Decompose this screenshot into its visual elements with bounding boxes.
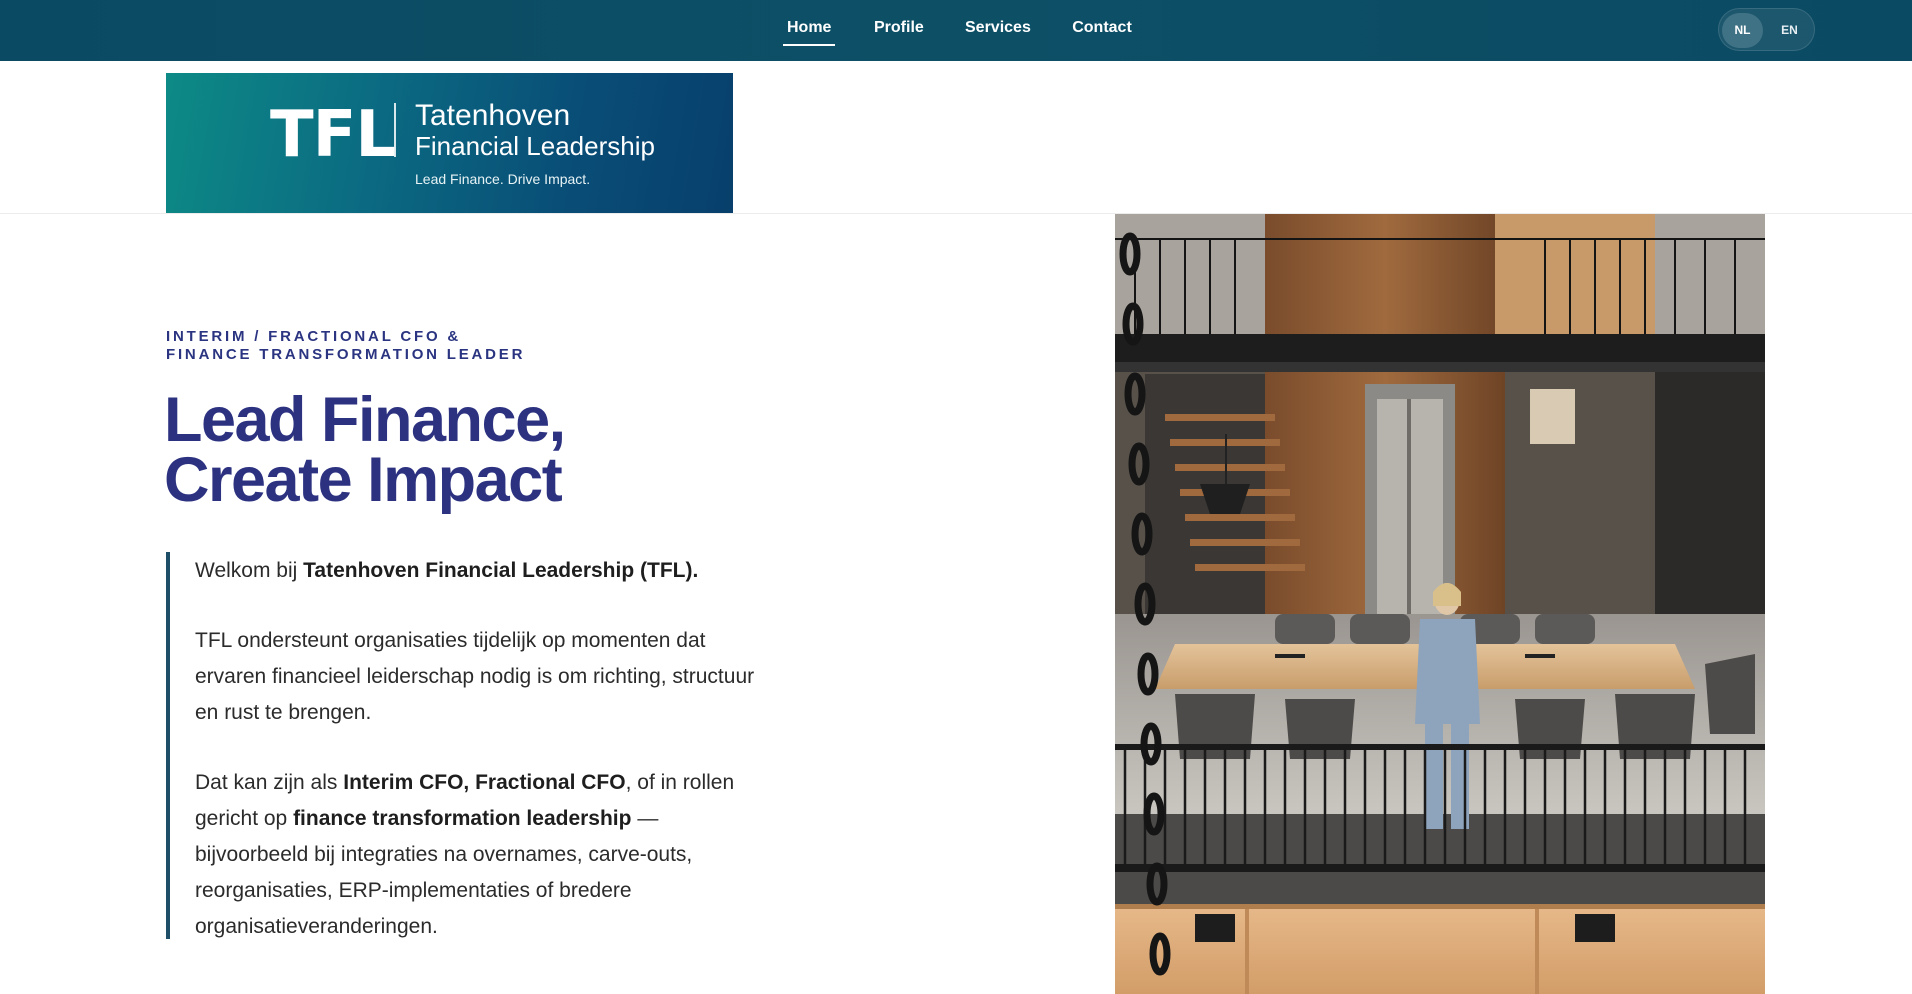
logo-subtitle: Financial Leadership bbox=[415, 131, 655, 161]
intro-paragraph-welcome: Welkom bij Tatenhoven Financial Leadersh… bbox=[195, 553, 766, 589]
top-navigation-bar: Home Profile Services Contact NL EN bbox=[0, 0, 1912, 61]
logo-divider bbox=[394, 103, 396, 157]
language-nl-button[interactable]: NL bbox=[1722, 13, 1763, 48]
hero-eyebrow-line2: FINANCE TRANSFORMATION LEADER bbox=[166, 346, 526, 363]
language-en-button[interactable]: EN bbox=[1769, 13, 1810, 48]
main-nav: Home Profile Services Contact bbox=[0, 0, 1912, 61]
intro-text-block: Welkom bij Tatenhoven Financial Leadersh… bbox=[166, 552, 766, 939]
logo-mark: TFL bbox=[270, 98, 396, 172]
nav-item-profile[interactable]: Profile bbox=[874, 18, 924, 46]
logo-title: Tatenhoven bbox=[415, 99, 571, 132]
intro-roles-prefix: Dat kan zijn als bbox=[195, 771, 344, 794]
hero-eyebrow: INTERIM / FRACTIONAL CFO & FINANCE TRANS… bbox=[166, 328, 586, 364]
nav-item-services[interactable]: Services bbox=[965, 18, 1031, 46]
intro-paragraph-roles: Dat kan zijn als Interim CFO, Fractional… bbox=[195, 765, 766, 945]
language-switcher: NL EN bbox=[1718, 8, 1815, 51]
hero-title-line2: Create Impact bbox=[164, 445, 563, 515]
hero-title-line1: Lead Finance, bbox=[164, 385, 566, 455]
nav-item-contact[interactable]: Contact bbox=[1071, 18, 1133, 46]
logo-tagline: Lead Finance. Drive Impact. bbox=[415, 171, 591, 187]
hero-title: Lead Finance, Create Impact bbox=[164, 385, 724, 515]
hero-photo bbox=[1115, 214, 1765, 994]
office-atrium-illustration bbox=[1115, 214, 1765, 994]
nav-item-home[interactable]: Home bbox=[783, 18, 835, 46]
intro-roles-transformation: finance transformation leadership bbox=[293, 807, 632, 830]
intro-roles-cfo: Interim CFO, Fractional CFO bbox=[343, 771, 626, 794]
intro-paragraph-support: TFL ondersteunt organisaties tijdelijk o… bbox=[195, 629, 755, 724]
hero-eyebrow-line1: INTERIM / FRACTIONAL CFO & bbox=[166, 328, 462, 345]
site-logo[interactable]: TFL Tatenhoven Financial Leadership Lead… bbox=[166, 73, 733, 213]
intro-company-name: Tatenhoven Financial Leadership (TFL). bbox=[303, 559, 699, 582]
intro-welcome-text: Welkom bij bbox=[195, 559, 304, 582]
